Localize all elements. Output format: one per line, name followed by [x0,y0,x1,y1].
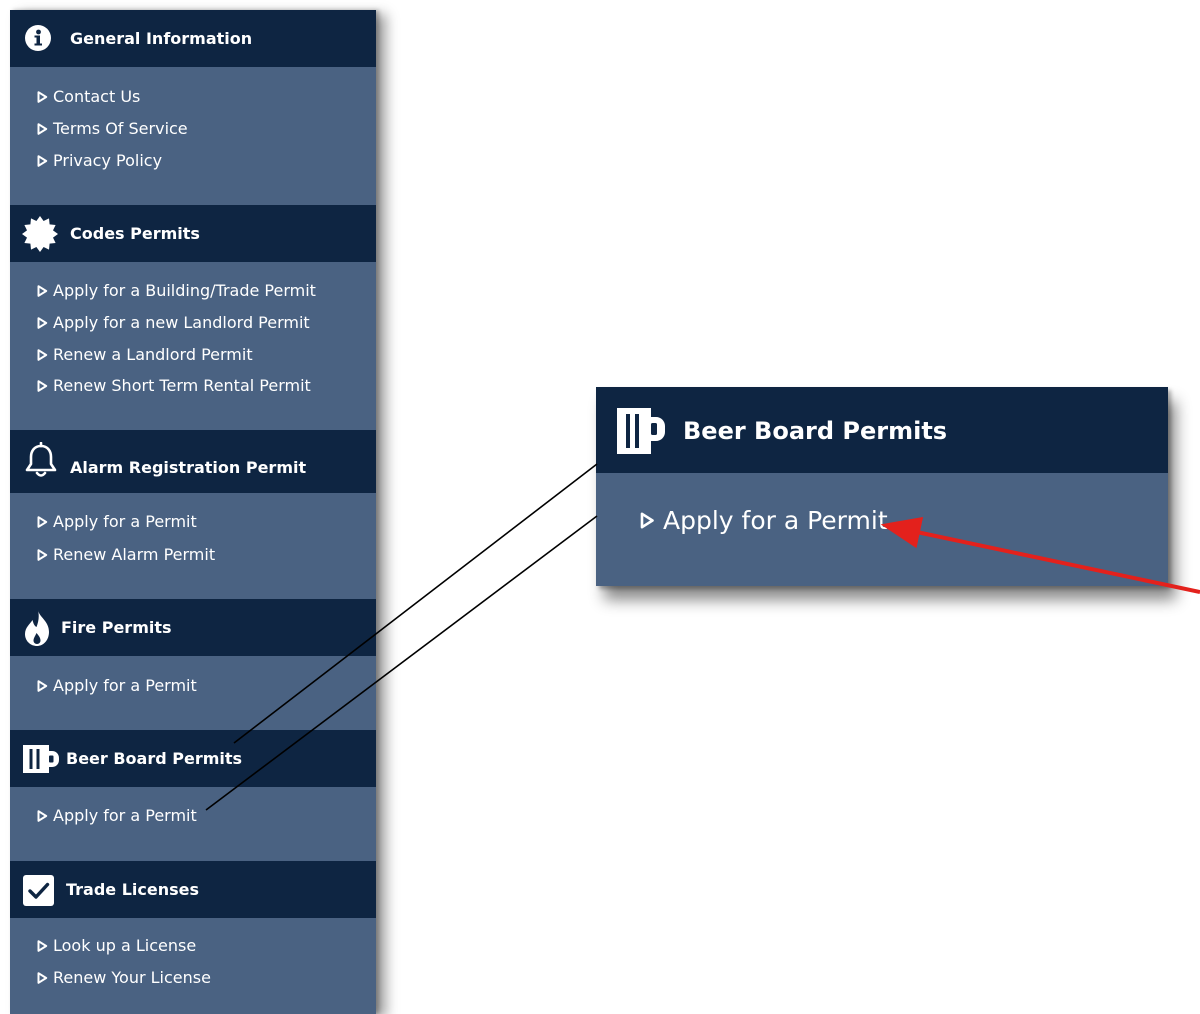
triangle-right-icon [37,91,48,103]
section-header-alarm-registration-permit[interactable]: Alarm Registration Permit [10,430,376,493]
link-label: Apply for a Permit [663,506,888,535]
triangle-right-icon [37,285,48,297]
triangle-right-icon [37,940,48,952]
beer-mug-icon [617,408,665,454]
link-label: Apply for a Building/Trade Permit [53,281,316,300]
link-apply-building-trade-permit[interactable]: Apply for a Building/Trade Permit [36,280,316,302]
triangle-right-icon [37,380,48,392]
link-label: Renew Short Term Rental Permit [53,376,311,395]
badge-gear-icon [22,216,58,252]
section-header-beer-board-permits[interactable]: Beer Board Permits [10,730,376,787]
section-header-fire-permits[interactable]: Fire Permits [10,599,376,656]
link-privacy-policy[interactable]: Privacy Policy [36,150,162,172]
triangle-right-icon [37,123,48,135]
section-title: Trade Licenses [66,880,200,899]
section-header-trade-licenses[interactable]: Trade Licenses [10,861,376,918]
link-label: Renew Your License [53,968,211,987]
triangle-right-icon [37,972,48,984]
link-label: Terms Of Service [53,119,188,138]
section-title: Fire Permits [61,618,172,637]
section-header-codes-permits[interactable]: Codes Permits [10,205,376,262]
section-header-general-information[interactable]: General Information [10,10,376,67]
callout-title: Beer Board Permits [683,417,948,445]
link-label: Apply for a Permit [53,512,197,531]
link-label: Apply for a new Landlord Permit [53,313,310,332]
link-label: Apply for a Permit [53,676,197,695]
link-label: Renew a Landlord Permit [53,345,253,364]
link-apply-alarm-permit[interactable]: Apply for a Permit [36,511,197,533]
zoom-callout-beer-board: Beer Board Permits Apply for a Permit [596,387,1168,586]
link-look-up-license[interactable]: Look up a License [36,935,196,957]
section-title: Alarm Registration Permit [70,458,307,477]
link-label: Privacy Policy [53,151,163,170]
sidebar-menu: General Information Contact Us Terms Of … [10,10,376,1014]
fire-icon [25,610,49,646]
triangle-right-icon [37,516,48,528]
checkbox-checked-icon [23,875,54,906]
link-label: Renew Alarm Permit [53,545,216,564]
link-terms-of-service[interactable]: Terms Of Service [36,118,188,140]
bell-icon [25,442,57,477]
link-renew-your-license[interactable]: Renew Your License [36,967,211,989]
beer-mug-icon [23,745,59,773]
link-label: Look up a License [53,936,197,955]
section-title: Beer Board Permits [66,749,243,768]
triangle-right-icon [37,155,48,167]
link-apply-fire-permit[interactable]: Apply for a Permit [36,675,197,697]
link-label: Contact Us [53,87,141,106]
callout-header-beer-board-permits[interactable]: Beer Board Permits [596,387,1168,473]
section-title: Codes Permits [70,224,200,243]
triangle-right-icon [37,317,48,329]
triangle-right-icon [37,549,48,561]
link-renew-alarm-permit[interactable]: Renew Alarm Permit [36,544,215,566]
link-apply-landlord-permit[interactable]: Apply for a new Landlord Permit [36,312,310,334]
triangle-right-icon [640,512,654,529]
link-contact-us[interactable]: Contact Us [36,86,140,108]
triangle-right-icon [37,349,48,361]
callout-link-apply-for-a-permit[interactable]: Apply for a Permit [639,506,888,536]
link-renew-short-term-rental-permit[interactable]: Renew Short Term Rental Permit [36,375,311,397]
link-apply-beer-board-permit[interactable]: Apply for a Permit [36,805,197,827]
section-title: General Information [70,29,253,48]
triangle-right-icon [37,810,48,822]
info-icon [25,25,51,51]
screenshot-stage: General Information Contact Us Terms Of … [0,0,1200,1014]
link-label: Apply for a Permit [53,806,197,825]
link-renew-landlord-permit[interactable]: Renew a Landlord Permit [36,344,253,366]
triangle-right-icon [37,680,48,692]
